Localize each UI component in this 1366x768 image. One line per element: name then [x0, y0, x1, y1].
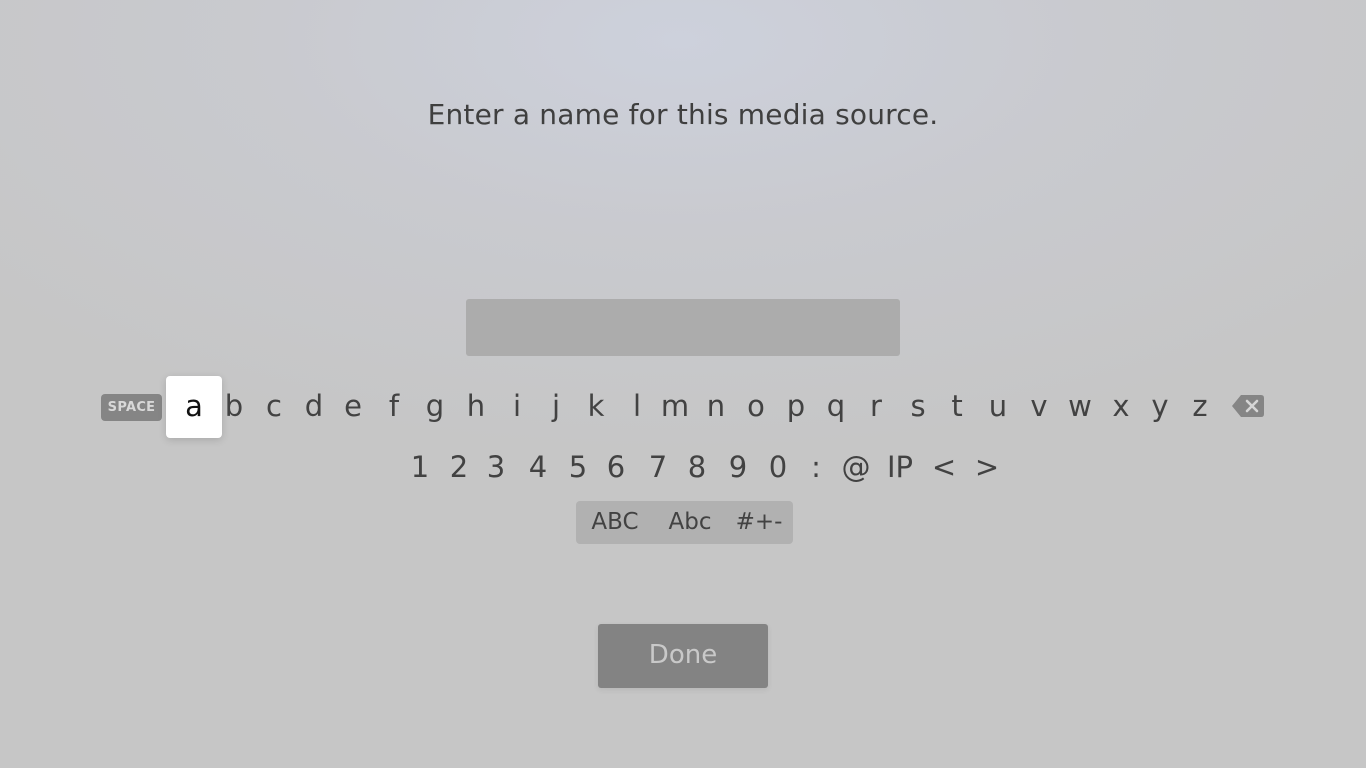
key-g[interactable]: g [415, 376, 455, 438]
key-greater-than[interactable]: > [967, 440, 1007, 494]
key-f[interactable]: f [374, 376, 414, 438]
key-3[interactable]: 3 [476, 440, 516, 494]
key-u[interactable]: u [978, 376, 1018, 438]
keyboard-letters-row: SPACE a b c d e f g h i j k l m n o p q … [0, 376, 1366, 438]
mode-capitalized[interactable]: Abc [656, 501, 724, 544]
done-button[interactable]: Done [598, 624, 768, 688]
key-j[interactable]: j [536, 376, 576, 438]
key-m[interactable]: m [655, 376, 695, 438]
name-text-field[interactable] [466, 299, 900, 356]
key-s[interactable]: s [898, 376, 938, 438]
key-9[interactable]: 9 [718, 440, 758, 494]
prompt-text: Enter a name for this media source. [427, 98, 939, 131]
key-z[interactable]: z [1180, 376, 1220, 438]
key-less-than[interactable]: < [924, 440, 964, 494]
key-2[interactable]: 2 [439, 440, 479, 494]
key-5[interactable]: 5 [558, 440, 598, 494]
backspace-key[interactable] [1231, 393, 1265, 419]
key-b[interactable]: b [214, 376, 254, 438]
mode-symbols[interactable]: #+- [730, 501, 788, 544]
mode-uppercase[interactable]: ABC [582, 501, 648, 544]
keyboard-numbers-row: 1 2 3 4 5 6 7 8 9 0 : @ IP < > [0, 440, 1366, 494]
key-8[interactable]: 8 [677, 440, 717, 494]
key-c[interactable]: c [254, 376, 294, 438]
key-i[interactable]: i [497, 376, 537, 438]
key-d[interactable]: d [294, 376, 334, 438]
keyboard-mode-selector: ABC Abc #+- [576, 501, 793, 544]
key-l[interactable]: l [617, 376, 657, 438]
key-6[interactable]: 6 [596, 440, 636, 494]
key-q[interactable]: q [816, 376, 856, 438]
key-e[interactable]: e [333, 376, 373, 438]
key-ip[interactable]: IP [880, 440, 920, 494]
key-p[interactable]: p [776, 376, 816, 438]
key-t[interactable]: t [937, 376, 977, 438]
space-key[interactable]: SPACE [101, 394, 162, 421]
key-o[interactable]: o [736, 376, 776, 438]
key-w[interactable]: w [1060, 376, 1100, 438]
key-at[interactable]: @ [836, 440, 876, 494]
key-k[interactable]: k [576, 376, 616, 438]
key-r[interactable]: r [856, 376, 896, 438]
key-v[interactable]: v [1019, 376, 1059, 438]
key-h[interactable]: h [456, 376, 496, 438]
key-x[interactable]: x [1101, 376, 1141, 438]
key-0[interactable]: 0 [758, 440, 798, 494]
key-y[interactable]: y [1140, 376, 1180, 438]
key-n[interactable]: n [696, 376, 736, 438]
key-colon[interactable]: : [796, 440, 836, 494]
key-1[interactable]: 1 [400, 440, 440, 494]
key-7[interactable]: 7 [638, 440, 678, 494]
backspace-icon [1232, 395, 1264, 417]
key-4[interactable]: 4 [518, 440, 558, 494]
